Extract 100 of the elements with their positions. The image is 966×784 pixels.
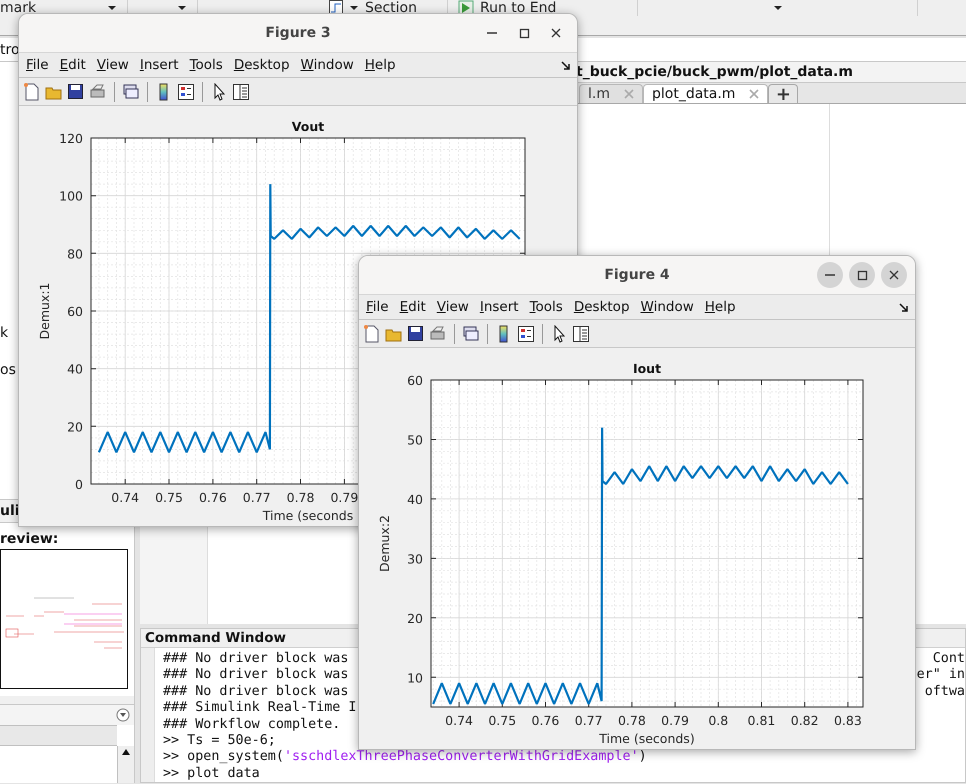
save-icon[interactable] xyxy=(67,82,85,100)
tick-label: 0.78 xyxy=(618,713,646,728)
menu-item[interactable]: Insert xyxy=(476,299,527,315)
tick-label: 0.75 xyxy=(488,713,516,728)
close-button[interactable] xyxy=(881,262,907,288)
caret-icon xyxy=(107,5,117,11)
toolstrip-button[interactable]: Section xyxy=(364,0,417,16)
tick-label: 0.83 xyxy=(834,713,862,728)
tick-label: 0.76 xyxy=(198,490,227,505)
command-line: ### Simulink Real-Time I xyxy=(163,700,356,717)
dock-arrow-icon[interactable] xyxy=(561,61,571,71)
tick-label: 40 xyxy=(67,362,83,377)
tick-label: 120 xyxy=(59,131,83,146)
tick-label: 0.78 xyxy=(286,490,314,505)
tick-label: 80 xyxy=(67,246,83,262)
printer-icon[interactable] xyxy=(429,324,447,342)
minimize-button[interactable] xyxy=(817,262,843,288)
tick-label: 0.79 xyxy=(330,490,358,505)
tick-label: 0.74 xyxy=(111,490,140,505)
menu-item[interactable]: Edit xyxy=(396,299,434,315)
menu-item[interactable]: File xyxy=(363,299,397,315)
menu-item[interactable]: File xyxy=(23,57,57,73)
tick-label: 30 xyxy=(407,551,423,566)
menu-item[interactable]: Window xyxy=(638,299,702,315)
menu-item[interactable]: Help xyxy=(702,299,744,315)
caret-icon xyxy=(177,5,187,11)
tick-label: 10 xyxy=(407,670,423,686)
command-line: oftwa xyxy=(924,684,965,700)
tick-label: 100 xyxy=(59,188,83,204)
close-icon xyxy=(887,268,901,282)
new-file-icon[interactable] xyxy=(23,82,41,100)
tick-label: 0.8 xyxy=(708,713,728,728)
maximize-icon xyxy=(855,268,869,282)
axis-label: Demux:1 xyxy=(37,282,52,340)
menu-item[interactable]: View xyxy=(94,57,137,73)
axis-label: Time (seconds xyxy=(262,508,354,523)
property-inspector-icon[interactable] xyxy=(572,324,590,342)
toolstrip-button[interactable]: Run to End xyxy=(480,0,556,16)
minimize-icon xyxy=(825,274,835,276)
menu-item[interactable]: View xyxy=(434,299,477,315)
tick-label: 0.82 xyxy=(790,713,819,728)
command-line: Cont xyxy=(932,651,965,668)
command-line: ### No driver block was xyxy=(163,667,348,684)
chart-title: Iout xyxy=(632,361,662,376)
tick-label: 0.76 xyxy=(532,713,560,728)
file-list-item[interactable]: k xyxy=(0,324,8,342)
minimize-icon xyxy=(487,32,497,34)
scroll-up-icon xyxy=(121,748,131,756)
tick-label: 0.77 xyxy=(242,490,271,505)
legend-icon[interactable] xyxy=(177,82,195,100)
command-line: ### No driver block was xyxy=(163,651,348,668)
maximize-icon xyxy=(517,26,531,40)
command-line: >> plot data xyxy=(163,766,260,782)
menu-item[interactable]: Edit xyxy=(56,57,94,73)
dock-arrow-icon[interactable] xyxy=(899,303,909,313)
chart-title: Vout xyxy=(292,119,324,134)
tick-label: 60 xyxy=(67,304,83,319)
address-field[interactable]: tro xyxy=(0,42,20,58)
command-line: >> open_system('sschdlexThreePhaseConverterWithGridExample') xyxy=(163,749,647,766)
tick-label: 60 xyxy=(407,373,423,388)
command-line: ### Workflow complete. xyxy=(163,716,340,733)
file-list-item[interactable]: os xyxy=(0,361,16,379)
tick-label: 0.77 xyxy=(574,713,603,728)
close-icon xyxy=(624,89,634,99)
tick-label: 0.79 xyxy=(661,713,689,728)
printer-icon[interactable] xyxy=(89,82,107,100)
scrollbar[interactable] xyxy=(117,746,134,784)
window-title: Figure 4 xyxy=(604,267,670,283)
command-line: ### No driver block was xyxy=(163,684,348,700)
maximize-button[interactable] xyxy=(849,262,875,288)
axis-label: Demux:2 xyxy=(377,515,392,572)
editor-tab[interactable]: plot_data.m xyxy=(642,84,768,103)
tick-label: 0.81 xyxy=(748,713,776,728)
axis-label: Time (seconds) xyxy=(599,731,695,746)
caret-icon xyxy=(348,5,359,11)
close-icon xyxy=(749,89,760,99)
legend-icon[interactable] xyxy=(517,324,535,342)
linked-windows-icon[interactable] xyxy=(462,324,480,342)
editor-tab[interactable]: l.m xyxy=(579,84,643,103)
toolstrip-dropdown[interactable]: mark xyxy=(0,0,36,16)
close-icon xyxy=(549,26,563,40)
tick-label: 40 xyxy=(407,492,423,507)
new-tab-button[interactable]: + xyxy=(768,84,798,103)
linked-windows-icon[interactable] xyxy=(122,82,140,100)
caret-icon xyxy=(772,5,782,11)
save-icon[interactable] xyxy=(407,324,425,342)
dropdown-circle-icon xyxy=(116,708,130,722)
menu-item[interactable]: Desktop xyxy=(570,299,638,315)
property-inspector-icon[interactable] xyxy=(232,82,250,100)
command-line: >> Ts = 50e-6; xyxy=(163,732,276,750)
new-file-icon[interactable] xyxy=(363,324,381,342)
tick-label: 20 xyxy=(407,610,423,626)
tick-label: 0 xyxy=(75,477,83,492)
preview-label: review: xyxy=(0,531,60,547)
command-line: er" in xyxy=(916,667,965,684)
tick-label: 0.74 xyxy=(445,713,473,728)
window-title: Figure 3 xyxy=(265,25,331,41)
tick-label: 50 xyxy=(407,432,423,448)
tick-label: 20 xyxy=(67,419,83,434)
menu-item[interactable]: Tools xyxy=(526,299,571,315)
